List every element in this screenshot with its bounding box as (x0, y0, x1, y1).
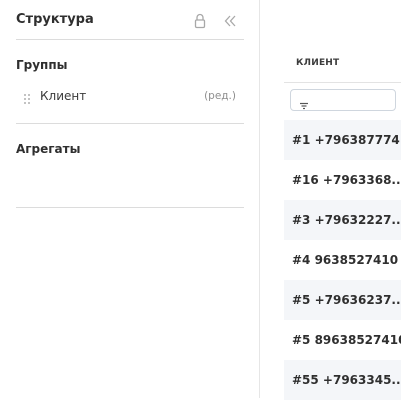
group-item-client[interactable]: Клиент (ред.) (16, 87, 244, 107)
cell-client: #16 +7963368... (292, 173, 401, 187)
collapse-panel-icon[interactable] (223, 13, 237, 29)
groups-title: Группы (16, 58, 68, 72)
panel-header: Структура (16, 10, 244, 32)
table-row[interactable]: #5 89638527410 (284, 320, 401, 360)
panel-splitter[interactable] (259, 0, 260, 398)
aggregates-divider (16, 207, 244, 208)
filter-icon (299, 96, 309, 110)
column-header-divider (284, 82, 401, 83)
cell-client: #5 89638527410 (292, 333, 401, 347)
group-edit-link[interactable]: (ред.) (204, 90, 236, 102)
panel-title: Структура (16, 12, 94, 27)
cell-client: #55 +7963345... (292, 373, 401, 387)
column-filter-input[interactable] (290, 89, 396, 111)
table-row[interactable]: #4 9638527410 (284, 240, 401, 280)
cell-client: #5 +79636237... (292, 293, 401, 307)
table-row[interactable]: #16 +7963368... (284, 160, 401, 200)
cell-client: #4 9638527410 (292, 253, 399, 267)
cell-client: #3 +79632227... (292, 213, 401, 227)
header-divider (16, 39, 244, 40)
table-row[interactable]: #3 +79632227... (284, 200, 401, 240)
aggregates-title: Агрегаты (16, 142, 81, 156)
drag-handle-icon[interactable] (23, 90, 31, 104)
table-row[interactable]: #5 +79636237... (284, 280, 401, 320)
lock-icon[interactable] (193, 13, 207, 29)
structure-panel: Структура Группы Клиент (ред.) Агрегаты (0, 0, 259, 398)
table-column-client: КЛИЕНТ #1 +79638777410 #16 +7963368... #… (284, 0, 401, 400)
group-item-label: Клиент (40, 89, 87, 103)
table-row[interactable]: #1 +79638777410 (284, 120, 401, 160)
table-row[interactable]: #55 +7963345... (284, 360, 401, 400)
groups-divider (16, 123, 244, 124)
cell-client: #1 +79638777410 (292, 133, 401, 147)
column-header-client[interactable]: КЛИЕНТ (296, 58, 339, 68)
